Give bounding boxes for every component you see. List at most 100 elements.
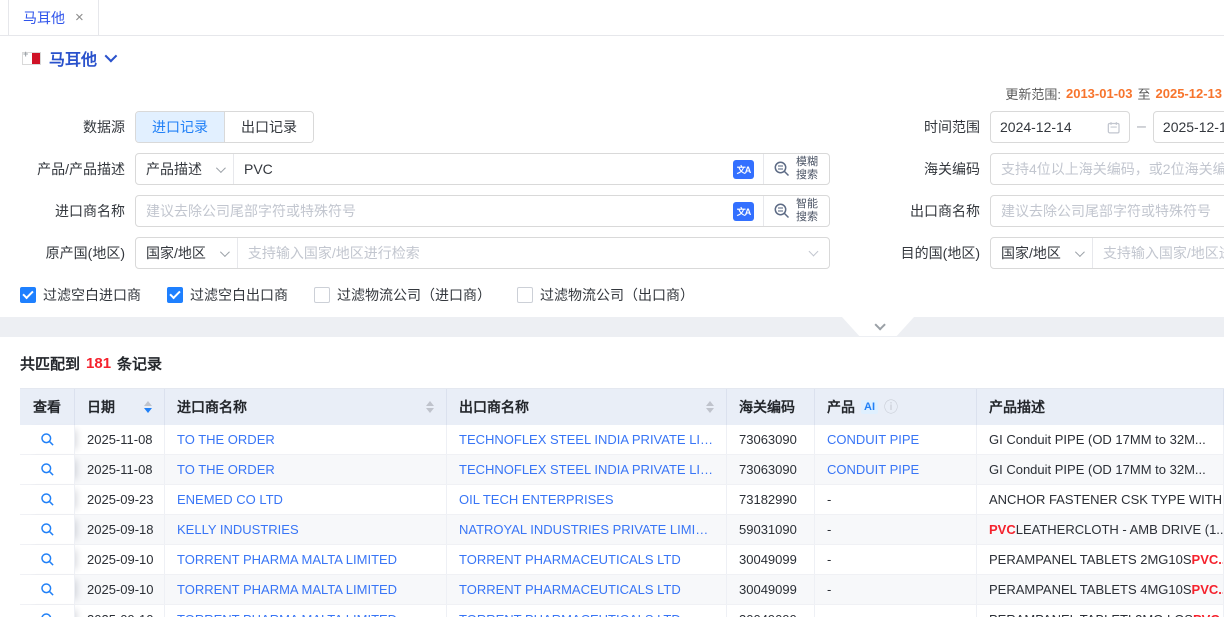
- translate-icon[interactable]: 文A: [733, 202, 754, 221]
- view-button[interactable]: [20, 425, 75, 454]
- row-exporter: TECHNOFLEX STEEL INDIA PRIVATE LIMITED: [447, 425, 727, 454]
- row-importer: TORRENT PHARMA MALTA LIMITED: [165, 575, 447, 604]
- sort-icon[interactable]: [426, 401, 434, 413]
- row-date: 2025-09-10: [75, 545, 165, 574]
- row-hs-code: 73063090: [727, 425, 815, 454]
- translate-icon[interactable]: 文A: [733, 160, 754, 179]
- view-magnifier-icon: [40, 552, 55, 567]
- view-magnifier-icon: [40, 612, 55, 617]
- row-importer: TO THE ORDER: [165, 425, 447, 454]
- header-hs-code: 海关编码: [727, 389, 815, 425]
- header-product: 产品 AI ⓘ: [815, 389, 977, 425]
- product-link[interactable]: CONDUIT PIPE: [827, 462, 919, 477]
- datasource-tab-import[interactable]: 进口记录: [136, 112, 224, 142]
- tab-malta[interactable]: 马耳他 ×: [8, 0, 99, 35]
- row-date: 2025-09-23: [75, 485, 165, 514]
- exporter-link[interactable]: NATROYAL INDUSTRIES PRIVATE LIMITED: [459, 522, 714, 537]
- header-date[interactable]: 日期: [75, 389, 165, 425]
- sort-icon[interactable]: [144, 401, 152, 413]
- filter-checkbox-row: 过滤空白进口商 过滤空白出口商 过滤物流公司（进口商） 过滤物流公司（出口商）: [0, 285, 1224, 305]
- importer-link[interactable]: TORRENT PHARMA MALTA LIMITED: [177, 582, 397, 597]
- hs-code-label: 海关编码: [830, 159, 990, 179]
- product-type-select[interactable]: 产品描述: [136, 154, 234, 184]
- results-panel: 共匹配到 181 条记录 查看 日期 进口商名称 出口商名称 海关编码: [0, 337, 1224, 617]
- exporter-name-input[interactable]: [991, 203, 1224, 219]
- exporter-link[interactable]: TECHNOFLEX STEEL INDIA PRIVATE LIMITED: [459, 432, 714, 447]
- row-hs-code: 73063090: [727, 455, 815, 484]
- row-description: GI Conduit PIPE (OD 17MM to 32M...: [977, 425, 1224, 454]
- importer-link[interactable]: KELLY INDUSTRIES: [177, 522, 299, 537]
- header-importer[interactable]: 进口商名称: [165, 389, 447, 425]
- origin-type-select[interactable]: 国家/地区: [136, 238, 238, 268]
- row-importer: KELLY INDUSTRIES: [165, 515, 447, 544]
- fuzzy-search-button[interactable]: 模糊搜索: [763, 154, 829, 184]
- table-row: 2025-11-08TO THE ORDERTECHNOFLEX STEEL I…: [20, 425, 1224, 455]
- exporter-link[interactable]: TORRENT PHARMACEUTICALS LTD: [459, 552, 681, 567]
- row-importer: ENEMED CO LTD: [165, 485, 447, 514]
- view-button[interactable]: [20, 455, 75, 484]
- row-description: PERAMPANEL TABLETS 2MG10S PVC...: [977, 545, 1224, 574]
- importer-link[interactable]: TO THE ORDER: [177, 462, 275, 477]
- view-button[interactable]: [20, 485, 75, 514]
- row-description: ANCHOR FASTENER CSK TYPE WITH ...: [977, 485, 1224, 514]
- view-magnifier-icon: [40, 432, 55, 447]
- importer-link[interactable]: ENEMED CO LTD: [177, 492, 283, 507]
- importer-link[interactable]: TO THE ORDER: [177, 432, 275, 447]
- exporter-link[interactable]: TORRENT PHARMACEUTICALS LTD: [459, 612, 681, 617]
- table-row: 2025-09-18 KELLY INDUSTRIES NATROYAL INDUS…: [20, 515, 1224, 545]
- results-summary: 共匹配到 181 条记录: [20, 353, 1224, 374]
- view-button[interactable]: [20, 515, 75, 544]
- checkbox-filter-blank-exporter[interactable]: 过滤空白出口商: [167, 285, 288, 305]
- checkbox-filter-logistics-exporter[interactable]: 过滤物流公司（出口商）: [517, 285, 694, 305]
- close-icon[interactable]: ×: [75, 10, 84, 25]
- table-row: 2025-09-10TORRENT PHARMA MALTA LIMITEDTO…: [20, 575, 1224, 605]
- exporter-link[interactable]: TECHNOFLEX STEEL INDIA PRIVATE LIMITED: [459, 462, 714, 477]
- destination-type-select[interactable]: 国家/地区: [991, 238, 1093, 268]
- search-icon: [773, 160, 791, 178]
- row-date: 2025-11-08: [75, 455, 165, 484]
- row-exporter: TECHNOFLEX STEEL INDIA PRIVATE LIMITED: [447, 455, 727, 484]
- date-start-input[interactable]: [1000, 119, 1107, 135]
- destination-country-input[interactable]: [1093, 245, 1224, 261]
- row-exporter: TORRENT PHARMACEUTICALS LTD: [447, 545, 727, 574]
- calendar-icon: [1107, 120, 1120, 135]
- country-dropdown[interactable]: [105, 49, 114, 67]
- hs-code-input[interactable]: [991, 161, 1224, 177]
- sort-icon[interactable]: [706, 401, 714, 413]
- view-button[interactable]: [20, 545, 75, 574]
- exporter-link[interactable]: TORRENT PHARMACEUTICALS LTD: [459, 582, 681, 597]
- chevron-down-icon: [1075, 247, 1085, 257]
- exporter-link[interactable]: OIL TECH ENTERPRISES: [459, 492, 614, 507]
- update-range-from: 2013-01-03: [1066, 86, 1133, 101]
- row-hs-code: 30049099: [727, 575, 815, 604]
- view-button[interactable]: [20, 605, 75, 617]
- origin-country-input[interactable]: [238, 245, 804, 261]
- table-row: 2025-11-08 TO THE ORDER TECHNOFLEX STEEL I…: [20, 455, 1224, 485]
- importer-link[interactable]: TORRENT PHARMA MALTA LIMITED: [177, 552, 397, 567]
- checkbox-filter-logistics-importer[interactable]: 过滤物流公司（进口商）: [314, 285, 491, 305]
- view-magnifier-icon: [40, 522, 55, 537]
- row-date: 2025-09-18: [75, 515, 165, 544]
- datasource-tab-export[interactable]: 出口记录: [224, 112, 313, 142]
- results-suffix: 条记录: [117, 353, 162, 374]
- app-window: 马耳他 × 马耳他 更新范围: 2013-01-03 至 2025-12-13 …: [0, 0, 1224, 617]
- row-importer: TO THE ORDER: [165, 455, 447, 484]
- row-date: 2025-09-10: [75, 605, 165, 617]
- chevron-down-icon: [220, 247, 230, 257]
- date-end-input[interactable]: [1163, 119, 1224, 135]
- update-range: 更新范围: 2013-01-03 至 2025-12-13: [0, 80, 1224, 111]
- filter-row-product: 产品/产品描述 产品描述 文A: [0, 153, 1224, 185]
- smart-search-label: 智能搜索: [796, 198, 820, 223]
- table-row: 2025-09-10 TORRENT PHARMA MALTA LIMITED TO…: [20, 605, 1224, 617]
- info-icon[interactable]: ⓘ: [884, 397, 898, 417]
- row-product-empty: -: [827, 492, 831, 507]
- smart-search-button[interactable]: 智能搜索: [763, 196, 829, 226]
- view-button[interactable]: [20, 575, 75, 604]
- checkbox-filter-blank-importer[interactable]: 过滤空白进口商: [20, 285, 141, 305]
- filter-row-origin: 原产国(地区) 国家/地区 目的国(地区) 国家/地区: [0, 237, 1224, 269]
- header-exporter[interactable]: 出口商名称: [447, 389, 727, 425]
- product-link[interactable]: CONDUIT PIPE: [827, 432, 919, 447]
- product-search-input[interactable]: [234, 161, 733, 177]
- importer-link[interactable]: TORRENT PHARMA MALTA LIMITED: [177, 612, 397, 617]
- importer-name-input[interactable]: [136, 203, 733, 219]
